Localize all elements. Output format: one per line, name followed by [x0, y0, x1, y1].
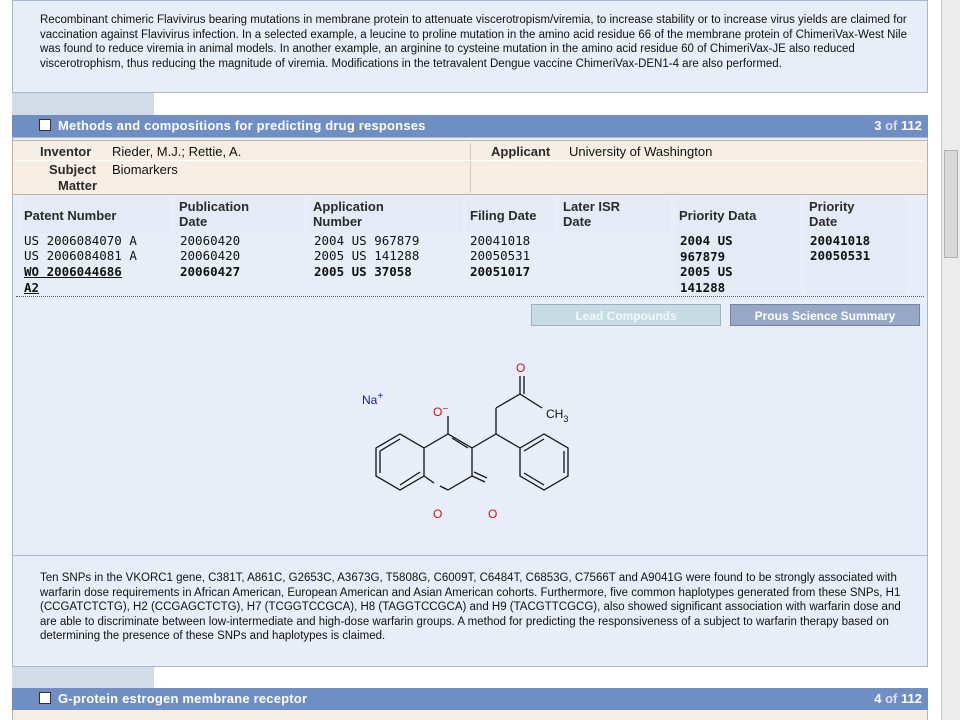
chemical-structure-image: Na+ O− O CH3 O O — [362, 361, 569, 521]
record-counter: 3 of 112 — [874, 118, 922, 133]
col-patent-number: Patent Number — [21, 199, 171, 233]
patent-row-2-number: US 2006084081 A — [24, 248, 137, 263]
patent-row-3-number-line1[interactable]: WO 2006044686 — [24, 264, 122, 280]
next-record-of-label: of — [885, 691, 898, 706]
patent-row-1-app-number: 2004 US 967879 — [314, 233, 420, 248]
previous-record-abstract-panel: Recombinant chimeric Flavivirus bearing … — [12, 0, 928, 93]
ring-oxygen-label: O — [433, 507, 442, 521]
record-total: 112 — [901, 118, 922, 133]
patent-row-2-filing-date: 20050531 — [470, 248, 531, 263]
record-header: Methods and compositions for predicting … — [12, 115, 928, 137]
methyl-symbol: CH — [546, 407, 563, 421]
record-select-checkbox[interactable] — [39, 119, 51, 131]
applicant-value: University of Washington — [569, 144, 713, 159]
sodium-charge: + — [377, 391, 383, 402]
priority-2-data-line1: 2005 US — [680, 264, 733, 279]
col-priority-date-line1: Priority — [809, 199, 855, 214]
priority-1-data: 2004 US 967879 — [680, 233, 733, 264]
col-filing-date: Filing Date — [467, 199, 555, 233]
patent-row-1-pub-date: 20060420 — [180, 233, 241, 248]
patent-row-3-pub-date: 20060427 — [180, 264, 241, 279]
applicant-label: Applicant — [491, 144, 551, 159]
priority-1-data-line2: 967879 — [680, 248, 726, 264]
sodium-ion-label: Na+ — [362, 391, 383, 407]
col-later-isr-line1: Later ISR — [563, 199, 621, 214]
sodium-symbol: Na — [362, 393, 378, 407]
enolate-oxygen-symbol: O — [433, 405, 442, 419]
record-abstract-text: Ten SNPs in the VKORC1 gene, C381T, A861… — [40, 572, 901, 642]
lead-compounds-button[interactable]: Lead Compounds — [531, 304, 721, 326]
inventor-value: Rieder, M.J.; Rettie, A. — [112, 144, 242, 159]
gap-strip-2 — [12, 667, 154, 689]
previous-abstract-text: Recombinant chimeric Flavivirus bearing … — [40, 14, 907, 70]
col-publication-date-line2: Date — [179, 214, 208, 229]
patent-row-3-number-line2[interactable]: A2 — [24, 280, 122, 296]
col-application-number: Application Number — [310, 199, 463, 233]
enolate-oxygen-charge: − — [442, 404, 448, 415]
col-priority-date: Priority Date — [806, 199, 906, 233]
next-record-index: 4 — [874, 691, 882, 706]
col-priority-data: Priority Data — [676, 199, 800, 233]
table-separator — [16, 296, 924, 297]
col-later-isr-date: Later ISR Date — [560, 199, 670, 233]
col-publication-date-line1: Publication — [179, 199, 250, 214]
carbonyl-oxygen-label: O — [488, 507, 497, 521]
record-index: 3 — [874, 118, 882, 133]
abstract-divider — [12, 555, 928, 556]
next-record-header: G-protein estrogen membrane receptor 4 o… — [12, 688, 928, 710]
col-priority-date-line2: Date — [809, 214, 838, 229]
ketone-oxygen-label: O — [516, 361, 525, 375]
next-record-meta-box — [12, 710, 928, 720]
col-application-number-line2: Number — [313, 214, 363, 229]
next-record-select-checkbox[interactable] — [39, 692, 51, 704]
patent-row-2-app-number: 2005 US 141288 — [314, 248, 420, 263]
priority-1-data-line1: 2004 US — [680, 233, 733, 248]
record-title: Methods and compositions for predicting … — [58, 118, 426, 133]
meta-row-divider — [15, 160, 923, 161]
patent-row-2-pub-date: 20060420 — [180, 248, 241, 263]
priority-2-date: 20050531 — [810, 248, 871, 263]
priority-1-date: 20041018 — [810, 233, 871, 248]
next-record-counter: 4 of 112 — [874, 691, 922, 706]
col-later-isr-line2: Date — [563, 214, 592, 229]
prous-science-summary-button[interactable]: Prous Science Summary — [730, 304, 920, 326]
methyl-label: CH3 — [546, 407, 568, 424]
patent-row-1-number: US 2006084070 A — [24, 233, 137, 248]
col-application-number-line1: Application — [313, 199, 384, 214]
subject-label: Subject — [49, 162, 96, 177]
subject-value: Biomarkers — [112, 162, 178, 177]
next-record-total: 112 — [901, 691, 922, 706]
left-margin — [0, 0, 12, 720]
enolate-oxygen-label: O− — [433, 404, 448, 419]
patent-row-3-app-number: 2005 US 37058 — [314, 264, 412, 279]
vertical-scrollbar[interactable] — [941, 0, 960, 720]
patent-row-1-filing-date: 20041018 — [470, 233, 531, 248]
meta-divider — [470, 143, 471, 192]
patent-row-3-filing-date: 20051017 — [470, 264, 531, 279]
methyl-subscript: 3 — [563, 414, 568, 424]
record-of-label: of — [885, 118, 898, 133]
col-publication-date: Publication Date — [176, 199, 304, 233]
priority-2-data: 2005 US 141288 — [680, 264, 733, 295]
scrollbar-thumb[interactable] — [944, 150, 958, 258]
structure-bonds — [375, 376, 569, 491]
priority-2-data-line2: 141288 — [680, 279, 726, 295]
inventor-label: Inventor — [40, 144, 92, 159]
next-record-title: G-protein estrogen membrane receptor — [58, 691, 308, 706]
gap-strip — [12, 93, 154, 115]
patent-row-3-number-link[interactable]: WO 2006044686 A2 — [24, 264, 122, 295]
subject-label-continued: Matter — [58, 178, 98, 193]
